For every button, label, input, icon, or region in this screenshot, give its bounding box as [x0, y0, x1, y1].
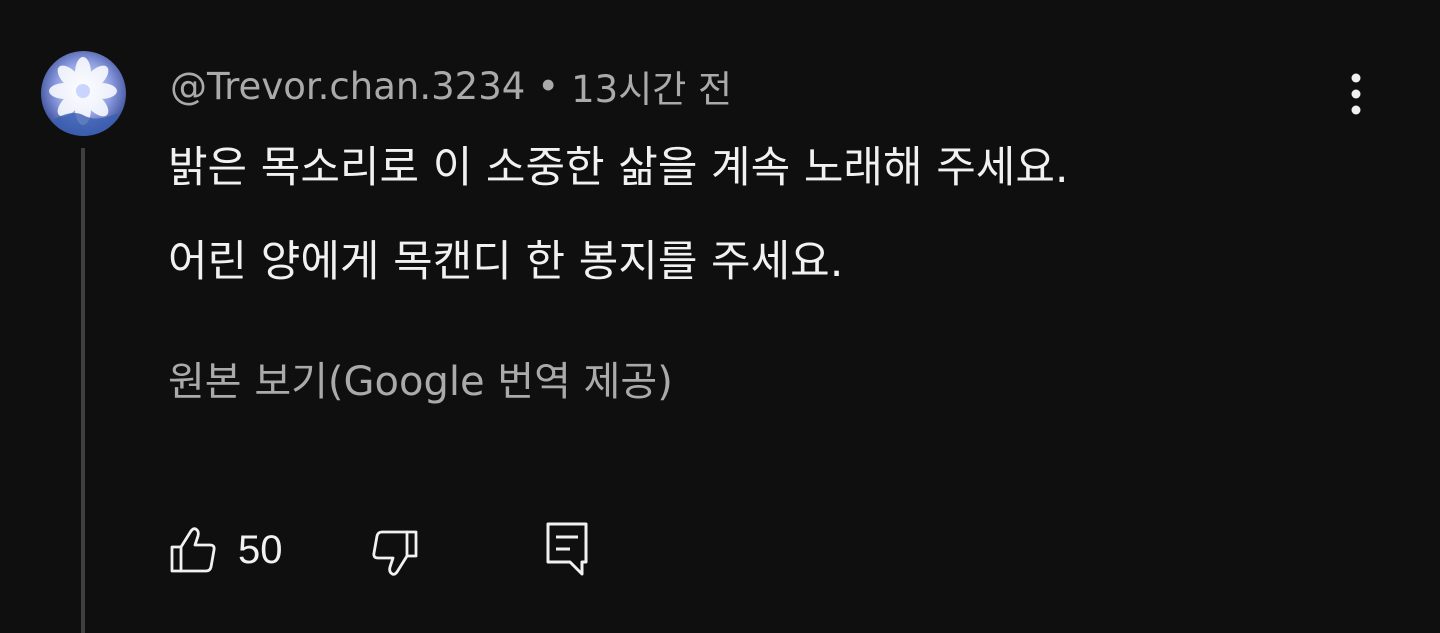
thumbs-up-icon	[170, 527, 216, 573]
show-original-link[interactable]: 원본 보기(Google 번역 제공)	[168, 354, 673, 410]
more-options-button[interactable]	[1332, 68, 1380, 120]
reply-button[interactable]	[540, 520, 596, 580]
more-vertical-icon	[1351, 73, 1361, 115]
timestamp: 13시간 전	[571, 68, 733, 111]
avatar[interactable]	[41, 51, 126, 136]
comment-text-line: 어린 양에게 목캔디 한 봉지를 주세요.	[168, 237, 844, 287]
comment-header: @Trevor.chan.3234 • 13시간 전	[170, 60, 732, 112]
flower-avatar-icon	[41, 51, 126, 136]
separator-dot: •	[537, 64, 560, 108]
dislike-button[interactable]	[366, 520, 422, 580]
like-count: 50	[238, 527, 283, 572]
like-button[interactable]: 50	[168, 520, 283, 580]
comment-text-line: 밝은 목소리로 이 소중한 삶을 계속 노래해 주세요.	[168, 143, 1069, 193]
author-name[interactable]: @Trevor.chan.3234	[170, 65, 525, 108]
reply-comment-icon	[546, 522, 588, 576]
thread-line	[81, 148, 85, 633]
comment-thread: @Trevor.chan.3234 • 13시간 전 밝은 목소리로 이 소중한…	[0, 0, 1440, 633]
thumbs-down-icon	[372, 530, 418, 576]
